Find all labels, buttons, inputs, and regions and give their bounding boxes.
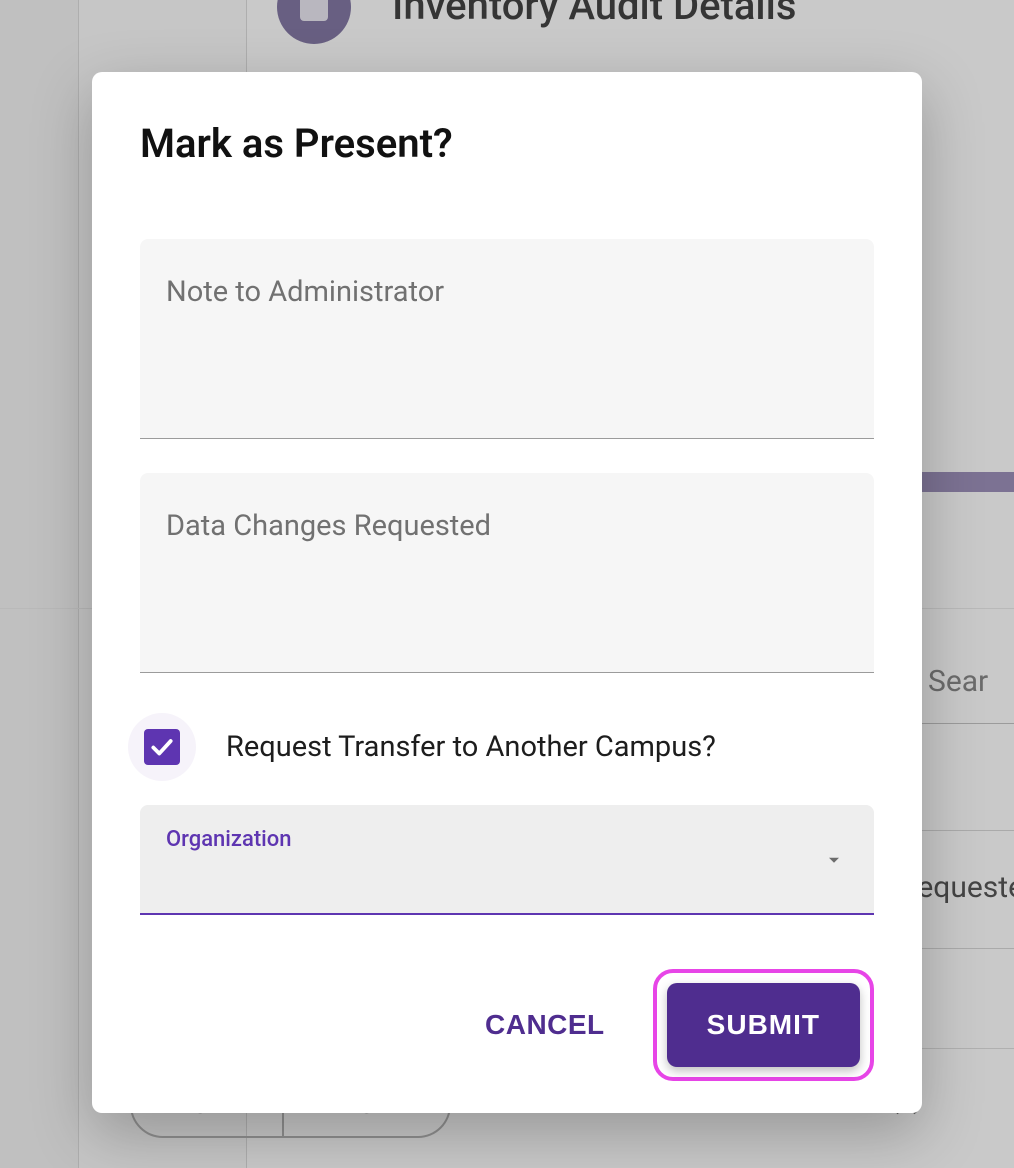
- organization-select[interactable]: Organization: [140, 805, 874, 915]
- transfer-checkbox-row: Request Transfer to Another Campus?: [128, 713, 874, 781]
- organization-label: Organization: [166, 827, 848, 852]
- submit-button[interactable]: SUBMIT: [667, 983, 860, 1067]
- mark-as-present-dialog: Mark as Present? Note to Administrator D…: [92, 72, 922, 1113]
- check-icon: [149, 734, 175, 760]
- dialog-actions: CANCEL SUBMIT: [140, 969, 874, 1081]
- cancel-button[interactable]: CANCEL: [457, 985, 633, 1065]
- submit-highlight-ring: SUBMIT: [653, 969, 874, 1081]
- checkbox-ripple: [128, 713, 196, 781]
- note-to-administrator-field[interactable]: Note to Administrator: [140, 239, 874, 439]
- transfer-checkbox[interactable]: [144, 729, 180, 765]
- chevron-down-icon: [822, 848, 846, 876]
- data-changes-requested-field[interactable]: Data Changes Requested: [140, 473, 874, 673]
- transfer-checkbox-label: Request Transfer to Another Campus?: [226, 730, 716, 764]
- dialog-title: Mark as Present?: [140, 120, 874, 167]
